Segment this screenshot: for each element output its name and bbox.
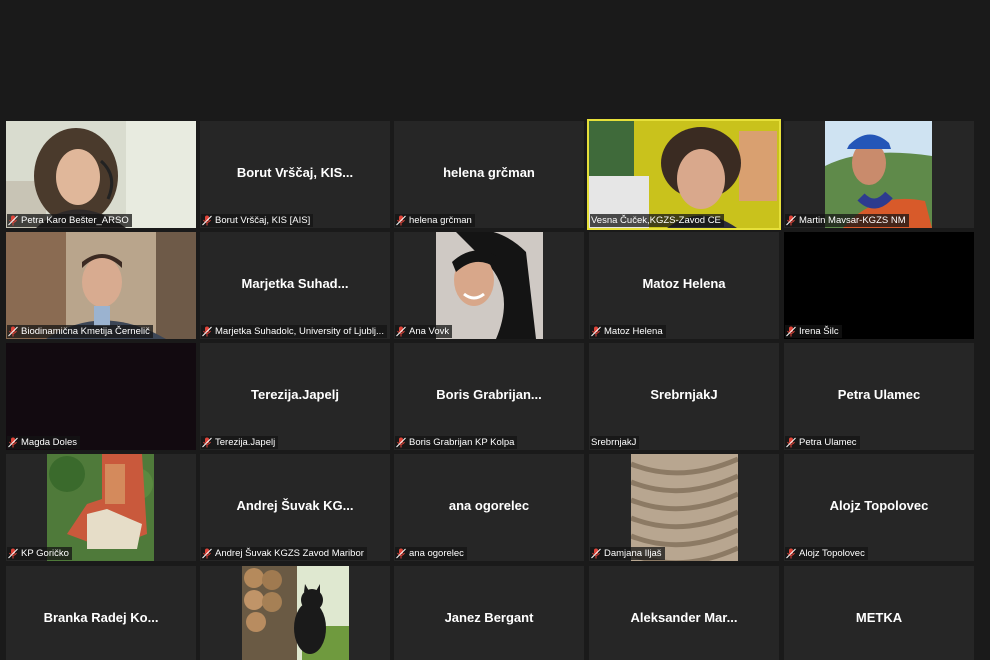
participant-name-label: Terezija.Japelj	[201, 436, 279, 449]
participant-name-label: Damjana Iljaš	[590, 547, 665, 560]
profile-picture	[47, 454, 154, 561]
microphone-muted-icon	[8, 548, 18, 559]
participant-display-name: Andrej Šuvak KG...	[236, 498, 354, 513]
participant-tile[interactable]: KP Goričko	[6, 454, 196, 561]
participant-tile[interactable]: Borut Vrščaj, KIS... Borut Vrščaj, KIS […	[200, 121, 390, 228]
participant-tile[interactable]: Alojz Topolovec Alojz Topolovec	[784, 454, 974, 561]
participant-display-name: METKA	[855, 610, 903, 625]
participant-tile[interactable]: Terezija.Japelj Terezija.Japelj	[200, 343, 390, 450]
participant-tile[interactable]: SrebrnjakJ SrebrnjakJ	[589, 343, 779, 450]
microphone-muted-icon	[786, 548, 796, 559]
participant-tile[interactable]: Matoz Helena Matoz Helena	[589, 232, 779, 339]
video-feed	[6, 232, 196, 339]
participant-name-label: Boris Grabrijan KP Kolpa	[395, 436, 518, 449]
participant-tile[interactable]: Branka Radej Ko...	[6, 566, 196, 660]
microphone-muted-icon	[202, 548, 212, 559]
participant-display-name: Petra Ulamec	[837, 387, 921, 402]
participant-name-label: Borut Vrščaj, KIS [AIS]	[201, 214, 314, 227]
participant-name-label: Magda Doles	[7, 436, 80, 449]
participant-name-label: Martin Mavsar-KGZS NM	[785, 214, 909, 227]
video-feed	[589, 121, 779, 228]
participant-tile[interactable]: helena grčman helena grčman	[394, 121, 584, 228]
microphone-muted-icon	[786, 326, 796, 337]
participant-display-name: Janez Bergant	[444, 610, 534, 625]
participant-name-label: Marjetka Suhadolc, University of Ljublj.…	[201, 325, 387, 338]
profile-picture	[631, 454, 738, 561]
participant-name-label: KP Goričko	[7, 547, 72, 560]
participant-tile[interactable]: Boris Grabrijan... Boris Grabrijan KP Ko…	[394, 343, 584, 450]
microphone-muted-icon	[396, 326, 406, 337]
participant-display-name: helena grčman	[443, 165, 535, 180]
participant-name-label: Petra Ulamec	[785, 436, 860, 449]
participant-tile[interactable]: Andrej Šuvak KG... Andrej Šuvak KGZS Zav…	[200, 454, 390, 561]
participant-tile[interactable]: Ana Vovk	[394, 232, 584, 339]
microphone-muted-icon	[396, 437, 406, 448]
participant-tile[interactable]: Marjetka Suhad... Marjetka Suhadolc, Uni…	[200, 232, 390, 339]
profile-picture	[242, 566, 349, 660]
microphone-muted-icon	[8, 437, 18, 448]
gallery-view: Petra Karo Bešter_ARSO Borut Vrščaj, KIS…	[0, 0, 990, 660]
participant-tile[interactable]: METKA	[784, 566, 974, 660]
microphone-muted-icon	[396, 215, 406, 226]
video-feed	[6, 121, 196, 228]
participant-tile[interactable]: Irena Šilc	[784, 232, 974, 339]
participant-display-name: Borut Vrščaj, KIS...	[236, 165, 354, 180]
participant-name-label: Irena Šilc	[785, 325, 842, 338]
participant-name-label: helena grčman	[395, 214, 475, 227]
participant-tile[interactable]: Janez Bergant	[394, 566, 584, 660]
microphone-muted-icon	[202, 215, 212, 226]
microphone-muted-icon	[202, 326, 212, 337]
microphone-muted-icon	[786, 215, 796, 226]
participant-display-name: Branka Radej Ko...	[43, 610, 159, 625]
microphone-muted-icon	[396, 548, 406, 559]
microphone-muted-icon	[786, 437, 796, 448]
participant-tile[interactable]: Biodinamična Kmetija Černelič	[6, 232, 196, 339]
participant-display-name: ana ogorelec	[448, 498, 530, 513]
microphone-muted-icon	[8, 215, 18, 226]
participant-tile[interactable]: Petra Ulamec Petra Ulamec	[784, 343, 974, 450]
participant-display-name: Marjetka Suhad...	[241, 276, 349, 291]
microphone-muted-icon	[591, 548, 601, 559]
participant-display-name: Matoz Helena	[642, 276, 726, 291]
microphone-muted-icon	[202, 437, 212, 448]
participant-display-name: Aleksander Mar...	[630, 610, 738, 625]
participant-tile[interactable]: Damjana Iljaš	[589, 454, 779, 561]
participant-tile[interactable]: Magda Doles	[6, 343, 196, 450]
participant-tile[interactable]: ana ogorelec ana ogorelec	[394, 454, 584, 561]
participant-tile[interactable]	[200, 566, 390, 660]
participant-name-label: ana ogorelec	[395, 547, 467, 560]
participant-tile[interactable]: Martin Mavsar-KGZS NM	[784, 121, 974, 228]
participant-name-label: Andrej Šuvak KGZS Zavod Maribor	[201, 547, 367, 560]
participant-display-name: Boris Grabrijan...	[436, 387, 542, 402]
participant-name-label: SrebrnjakJ	[590, 436, 640, 449]
participant-tile[interactable]: Petra Karo Bešter_ARSO	[6, 121, 196, 228]
participant-display-name: Alojz Topolovec	[829, 498, 929, 513]
participant-display-name: Terezija.Japelj	[251, 387, 339, 402]
video-feed	[825, 121, 932, 228]
microphone-muted-icon	[8, 326, 18, 337]
participant-name-label: Petra Karo Bešter_ARSO	[7, 214, 132, 227]
participant-tile[interactable]: Aleksander Mar...	[589, 566, 779, 660]
participant-tile-active-speaker[interactable]: Vesna Čuček,KGZS-Zavod CE	[587, 119, 781, 230]
profile-picture	[436, 232, 543, 339]
microphone-muted-icon	[591, 326, 601, 337]
participant-name-label: Vesna Čuček,KGZS-Zavod CE	[590, 214, 724, 227]
participant-display-name: SrebrnjakJ	[650, 387, 718, 402]
participant-name-label: Matoz Helena	[590, 325, 666, 338]
participant-name-label: Biodinamična Kmetija Černelič	[7, 325, 153, 338]
participant-name-label: Ana Vovk	[395, 325, 453, 338]
participant-name-label: Alojz Topolovec	[785, 547, 868, 560]
